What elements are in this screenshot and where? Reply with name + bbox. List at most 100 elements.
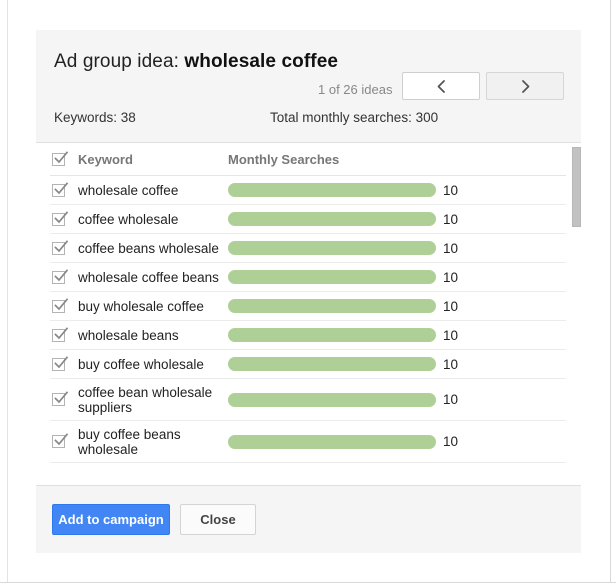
- checkmark-icon: [54, 150, 69, 166]
- searches-bar-track: [228, 212, 436, 226]
- stat-keywords-count: Keywords: 38: [54, 110, 136, 125]
- row-select-cell: [50, 210, 78, 226]
- table-row[interactable]: coffee bean wholesale suppliers 10: [50, 379, 566, 421]
- table-row[interactable]: wholesale coffee beans 10: [50, 263, 566, 292]
- row-metric-value: 10: [443, 356, 459, 372]
- table-row[interactable]: coffee wholesale 10: [50, 205, 566, 234]
- add-to-campaign-button[interactable]: Add to campaign: [52, 504, 170, 535]
- table-row[interactable]: wholesale beans 10: [50, 321, 566, 350]
- panel-header: Ad group idea: wholesale coffee 1 of 26 …: [36, 30, 581, 143]
- chevron-left-icon: [436, 79, 447, 94]
- checkmark-icon: [54, 210, 69, 226]
- row-metric-cell: 10: [228, 357, 566, 372]
- row-checkbox[interactable]: [52, 239, 69, 255]
- row-metric-cell: 10: [228, 212, 566, 227]
- list-scrollbar-thumb[interactable]: [572, 147, 581, 227]
- row-metric-cell: 10: [228, 392, 566, 407]
- row-metric-value: 10: [443, 298, 459, 314]
- row-keyword-text: coffee wholesale: [78, 211, 179, 227]
- idea-counter: 1 of 26 ideas: [318, 82, 393, 97]
- ad-group-idea-panel: Ad group idea: wholesale coffee 1 of 26 …: [36, 30, 581, 553]
- checkmark-icon: [54, 297, 69, 313]
- table-row[interactable]: wholesale coffee 10: [50, 176, 566, 205]
- searches-bar-fill: [228, 299, 436, 313]
- chevron-right-icon: [520, 79, 531, 94]
- row-metric-value: 10: [443, 240, 459, 256]
- table-row[interactable]: buy coffee beans wholesale 10: [50, 421, 566, 463]
- row-metric-value: 10: [443, 182, 459, 198]
- table-rows-container: wholesale coffee 10 coffee wholesale 10 coff…: [50, 176, 566, 463]
- row-select-cell: [50, 181, 78, 197]
- row-checkbox[interactable]: [52, 391, 69, 406]
- page-title-idea-name: wholesale coffee: [184, 51, 339, 72]
- row-select-cell: [50, 297, 78, 313]
- row-select-cell: [50, 433, 78, 448]
- row-metric-cell: 10: [228, 241, 566, 256]
- checkmark-icon: [54, 326, 69, 342]
- row-metric-cell: 10: [228, 299, 566, 314]
- row-checkbox[interactable]: [52, 297, 69, 313]
- row-select-cell: [50, 239, 78, 255]
- searches-bar-track: [228, 434, 436, 449]
- row-checkbox[interactable]: [52, 181, 69, 197]
- keyword-list-area: Keyword Monthly Searches wholesale coffe…: [36, 143, 581, 485]
- row-metric-cell: 10: [228, 183, 566, 198]
- row-checkbox[interactable]: [52, 210, 69, 226]
- row-select-cell: [50, 391, 78, 406]
- searches-bar-track: [228, 328, 436, 342]
- row-select-cell: [50, 326, 78, 342]
- row-metric-cell: 10: [228, 270, 566, 285]
- row-keyword-text: buy coffee wholesale: [78, 356, 204, 372]
- searches-bar-fill: [228, 241, 436, 255]
- searches-bar-fill: [228, 270, 436, 284]
- row-metric-value: 10: [443, 211, 459, 227]
- searches-bar-fill: [228, 357, 436, 371]
- row-keyword-text: buy coffee beans wholesale: [78, 426, 181, 457]
- stats-row: Keywords: 38 Total monthly searches: 300: [36, 110, 581, 142]
- row-keyword-text: buy wholesale coffee: [78, 298, 204, 314]
- next-idea-button[interactable]: [486, 72, 564, 100]
- row-checkbox[interactable]: [52, 433, 69, 448]
- stat-total-monthly-searches: Total monthly searches: 300: [270, 110, 439, 125]
- searches-bar-fill: [228, 434, 436, 449]
- previous-idea-button[interactable]: [402, 72, 480, 100]
- keyword-table: Keyword Monthly Searches wholesale coffe…: [50, 143, 566, 463]
- searches-bar-track: [228, 241, 436, 255]
- panel-footer: Add to campaign Close: [36, 485, 581, 553]
- select-all-cell: [50, 150, 78, 166]
- page-title: Ad group idea: wholesale coffee: [54, 51, 338, 73]
- page-right-border: [610, 0, 616, 588]
- row-keyword-text: wholesale beans: [78, 327, 179, 343]
- row-keyword-text: coffee bean wholesale suppliers: [78, 384, 213, 415]
- searches-bar-track: [228, 183, 436, 197]
- table-row[interactable]: coffee beans wholesale 10: [50, 234, 566, 263]
- checkmark-icon: [54, 268, 69, 284]
- checkmark-icon: [54, 355, 69, 371]
- row-keyword-text: wholesale coffee: [78, 182, 179, 198]
- page-left-border: [0, 0, 8, 588]
- table-row[interactable]: buy coffee wholesale 10: [50, 350, 566, 379]
- row-select-cell: [50, 268, 78, 284]
- select-all-checkbox[interactable]: [52, 150, 69, 166]
- row-checkbox[interactable]: [52, 355, 69, 371]
- table-row[interactable]: buy wholesale coffee 10: [50, 292, 566, 321]
- row-checkbox[interactable]: [52, 326, 69, 342]
- row-metric-value: 10: [443, 327, 459, 343]
- close-button[interactable]: Close: [180, 504, 256, 535]
- row-metric-cell: 10: [228, 434, 566, 449]
- row-metric-value: 10: [443, 434, 459, 449]
- checkmark-icon: [54, 391, 69, 406]
- checkmark-icon: [54, 433, 69, 448]
- searches-bar-fill: [228, 183, 436, 197]
- column-header-monthly-searches: Monthly Searches: [228, 151, 340, 167]
- page-title-prefix: Ad group idea:: [54, 51, 185, 72]
- searches-bar-track: [228, 357, 436, 371]
- column-header-keyword: Keyword: [78, 151, 133, 167]
- searches-bar-track: [228, 270, 436, 284]
- searches-bar-track: [228, 299, 436, 313]
- row-checkbox[interactable]: [52, 268, 69, 284]
- checkmark-icon: [54, 181, 69, 197]
- searches-bar-fill: [228, 392, 436, 407]
- row-keyword-text: wholesale coffee beans: [78, 269, 219, 285]
- row-select-cell: [50, 355, 78, 371]
